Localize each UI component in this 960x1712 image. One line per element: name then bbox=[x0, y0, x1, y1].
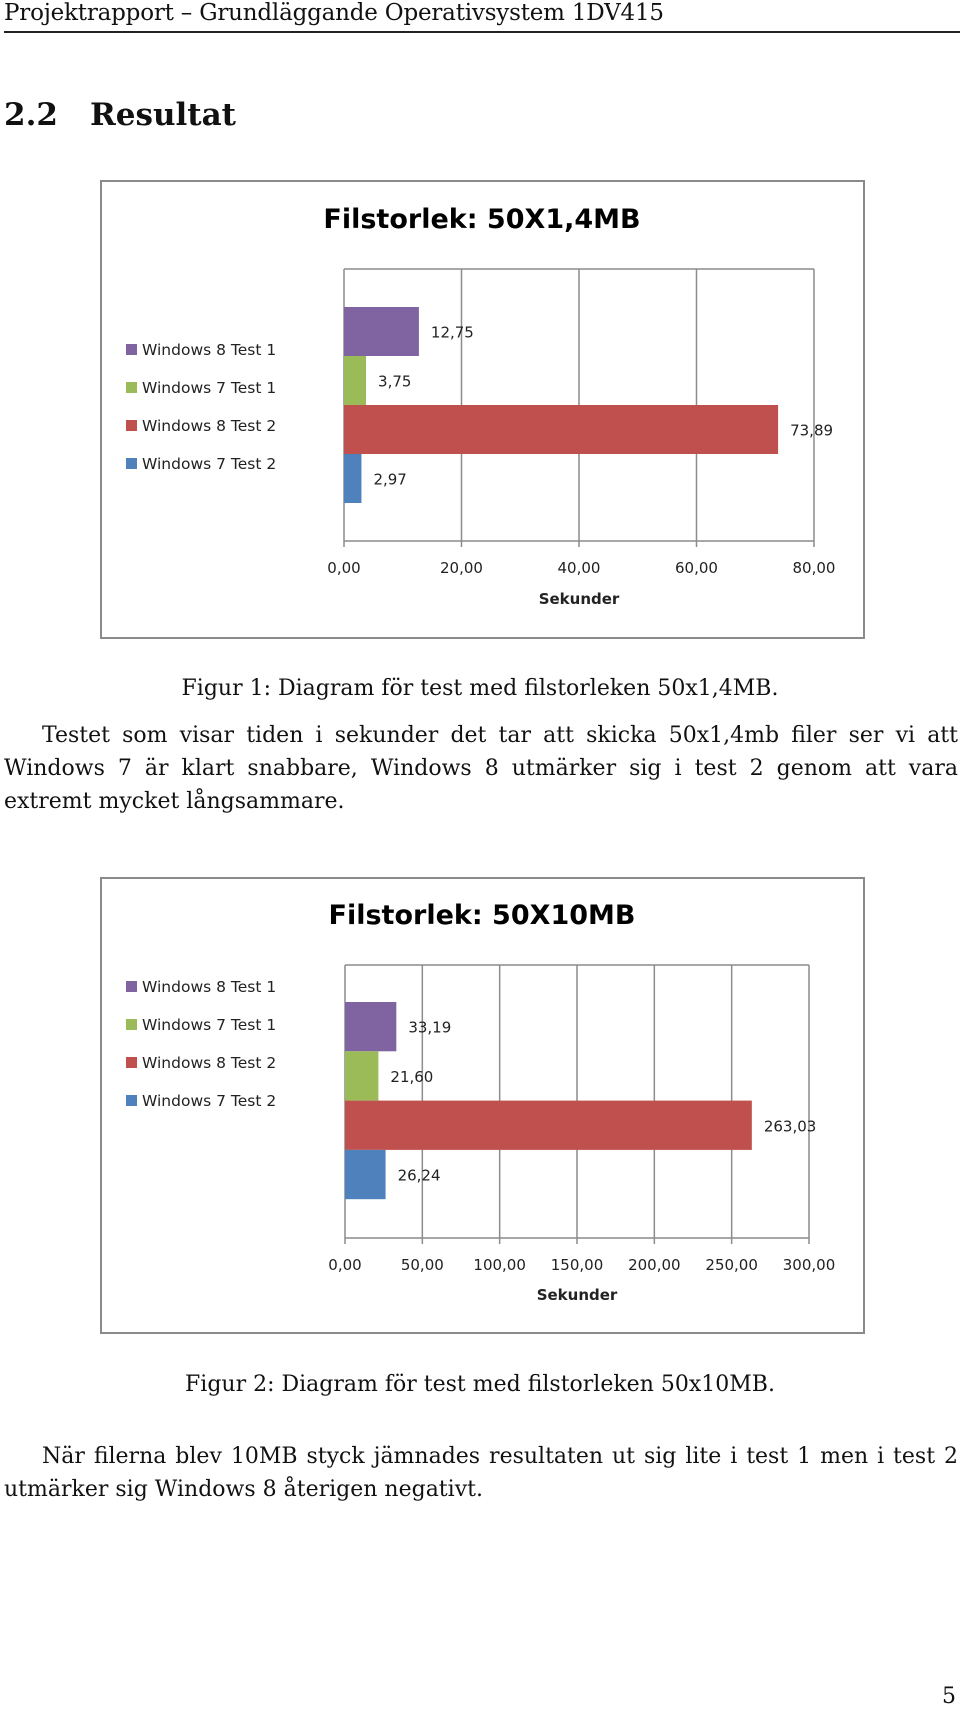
legend-swatch bbox=[126, 981, 137, 992]
figure-1-caption: Figur 1: Diagram för test med filstorlek… bbox=[181, 676, 779, 701]
legend-swatch bbox=[126, 382, 137, 393]
x-tick-label: 80,00 bbox=[793, 559, 836, 577]
data-label: 26,24 bbox=[398, 1167, 441, 1185]
paragraph-2: När filerna blev 10MB styck jämnades res… bbox=[4, 1440, 958, 1506]
data-label: 263,03 bbox=[764, 1117, 817, 1135]
bar-windows-8-test-1 bbox=[344, 307, 419, 356]
bar-windows-7-test-1 bbox=[344, 356, 367, 405]
x-tick-label: 50,00 bbox=[401, 1256, 444, 1274]
data-label: 12,75 bbox=[431, 324, 474, 342]
legend-swatch bbox=[126, 344, 137, 355]
legend-label: Windows 8 Test 2 bbox=[142, 417, 276, 435]
header-rule bbox=[4, 31, 960, 33]
x-tick-label: 0,00 bbox=[327, 559, 360, 577]
legend-label: Windows 7 Test 1 bbox=[142, 379, 276, 397]
bar-windows-8-test-2 bbox=[345, 1100, 752, 1150]
x-axis-label: Sekunder bbox=[537, 1286, 618, 1304]
chart-1-svg: Filstorlek: 50X1,4MB 0,00 20,00 40,00 60,00 8… bbox=[126, 204, 836, 608]
legend-swatch bbox=[126, 458, 137, 469]
legend-swatch bbox=[126, 420, 137, 431]
data-label: 2,97 bbox=[373, 471, 406, 489]
x-tick-label: 300,00 bbox=[783, 1256, 836, 1274]
legend-label: Windows 7 Test 2 bbox=[142, 1092, 276, 1110]
legend-label: Windows 8 Test 2 bbox=[142, 1054, 276, 1072]
legend-label: Windows 7 Test 2 bbox=[142, 455, 276, 473]
chart-figure-1: Filstorlek: 50X1,4MB 0,00 20,00 40,00 60,00 8… bbox=[100, 180, 865, 639]
x-tick-label: 150,00 bbox=[551, 1256, 604, 1274]
data-label: 21,60 bbox=[390, 1068, 433, 1086]
x-tick-label: 60,00 bbox=[675, 559, 718, 577]
legend-swatch bbox=[126, 1057, 137, 1068]
bar-windows-7-test-2 bbox=[345, 1149, 386, 1200]
legend-label: Windows 7 Test 1 bbox=[142, 1016, 276, 1034]
paragraph-1-text: Testet som visar tiden i sekunder det ta… bbox=[4, 723, 958, 814]
legend-label: Windows 8 Test 1 bbox=[142, 341, 276, 359]
bar-windows-7-test-1 bbox=[345, 1051, 379, 1101]
running-header: Projektrapport – Grundläggande Operativs… bbox=[4, 0, 664, 26]
paragraph-2-text: När filerna blev 10MB styck jämnades res… bbox=[4, 1444, 958, 1502]
data-label: 3,75 bbox=[378, 373, 411, 391]
chart-2-svg: Filstorlek: 50X10MB 0,00 50,00 100,00 150,00… bbox=[126, 900, 836, 1304]
data-label: 33,19 bbox=[408, 1019, 451, 1037]
legend-label: Windows 8 Test 1 bbox=[142, 978, 276, 996]
section-number: 2.2 bbox=[4, 97, 58, 133]
chart-title: Filstorlek: 50X10MB bbox=[329, 900, 636, 931]
chart-title: Filstorlek: 50X1,4MB bbox=[323, 204, 640, 235]
section-title: Resultat bbox=[90, 97, 236, 133]
paragraph-1: Testet som visar tiden i sekunder det ta… bbox=[4, 719, 958, 818]
x-tick-label: 200,00 bbox=[628, 1256, 681, 1274]
section-heading: 2.2 Resultat bbox=[4, 97, 236, 133]
x-tick-label: 0,00 bbox=[328, 1256, 361, 1274]
legend-swatch bbox=[126, 1095, 137, 1106]
x-axis-label: Sekunder bbox=[539, 590, 620, 608]
x-tick-label: 40,00 bbox=[558, 559, 601, 577]
page-number: 5 bbox=[942, 1684, 956, 1709]
bar-windows-8-test-1 bbox=[345, 1002, 397, 1052]
bar-windows-7-test-2 bbox=[344, 454, 362, 503]
figure-2-caption: Figur 2: Diagram för test med filstorlek… bbox=[185, 1372, 775, 1397]
x-tick-label: 250,00 bbox=[705, 1256, 758, 1274]
data-label: 73,89 bbox=[790, 422, 833, 440]
x-tick-label: 20,00 bbox=[440, 559, 483, 577]
legend-swatch bbox=[126, 1019, 137, 1030]
chart-figure-2: Filstorlek: 50X10MB 0,00 50,00 100,00 150,00… bbox=[100, 877, 865, 1334]
x-tick-label: 100,00 bbox=[473, 1256, 525, 1274]
bar-windows-8-test-2 bbox=[344, 405, 779, 454]
